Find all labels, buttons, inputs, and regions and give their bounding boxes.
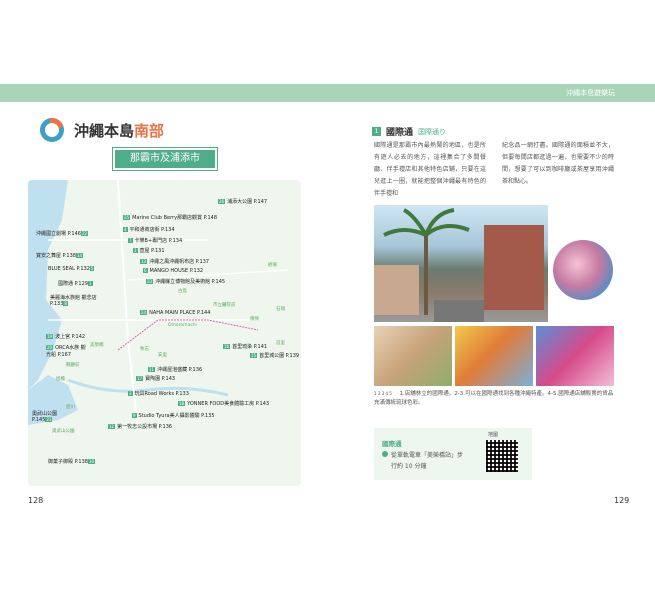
map-label: 15 首里城公園 P.139 [250,353,300,359]
palm-tree-icon [374,208,544,322]
map-place: 市立醫院前 [213,303,236,308]
location-pin-icon [382,451,388,457]
map-label: 26 浦添大公園 P.147 [218,199,268,205]
section-title: 國際通 [386,128,414,138]
shop-photo-5 [536,326,614,386]
map-label: 24 NAHA MAIN PLACE P.144 [140,310,211,316]
map-label: 11 沖縄屋泡盛藏 P.136 [148,367,203,373]
shop-photo-4 [455,326,533,386]
header-band [0,84,655,102]
caption-numbers: 1 2 3 4 5 [374,391,392,396]
map-label: BLUE SEAL P.1325 [48,266,95,272]
map-place: 儀保 [250,317,259,322]
map-label: 23 沖繩縣立博物館及美術館 P.145 [146,279,226,285]
map-label: 美麗海水族館 觀念店 P.1338 [50,295,97,307]
map-label: 12 第一牧志公設市場 P.136 [108,424,173,430]
street-photo [374,205,548,322]
map-label: 16 首里琉染 P.141 [223,344,268,350]
info-title: 國際通 [382,440,402,448]
map-label: 13 沖繩之風沖繩帆布店 P.137 [140,259,210,265]
map-label: 3 玩具Road Works P.133 [128,391,189,397]
map-label: 25 Marine Club Berry那霸店觀賞 P.148 [123,215,218,221]
qr-label: 地圖 [488,432,499,438]
map-label: 4 平和通商店街 P.134 [123,227,175,233]
info-text: 從單軌電車「美榮橋站」步 行約 10 分鐘 [382,450,463,472]
map-label: 御菓子御殿 P.13810 [48,459,96,465]
map-label: 寬安之舞屋 P.13814 [36,253,84,259]
chapter-heading: 沖繩本島南部 [40,118,164,142]
map-place: Omoromachi [168,323,197,328]
map-place: 奧武山公園 [52,429,75,434]
chapter-title-prefix: 沖繩本島 [74,121,135,140]
map-place: 石嶺 [276,307,285,312]
chapter-title-accent: 南部 [134,121,165,140]
info-line1: 從單軌電車「美榮橋站」步 [391,452,464,459]
section-number: 1 [372,127,381,136]
map-place: 旭橋 [56,377,65,382]
map-label: 6 MANGO HOUSE P.132 [143,268,204,274]
area-banner: 那霸市及浦添市 [112,147,218,171]
map-label: 9 Studio Tyura美人攝影體驗 P.135 [132,413,215,419]
section-title-jp: 国際通り [418,127,447,136]
map-place: 首里 [276,341,285,346]
map-label: 2 壺屋 P.131 [133,248,165,254]
map-label: 18 YONNER FOOD美食體驗工房 P.143 [178,401,270,407]
map-label: 奧武山公園 P.14521 [32,411,58,423]
ring-icon [40,118,64,142]
map-label: 17 寶陶園 P.143 [136,376,176,382]
shop-photo-3 [374,326,452,386]
body-text-col2: 紀念品一網打盡。國際通的面積並不大，但要每間店都逛過一遍，也需要不少的時間，想要… [502,142,614,185]
info-line2: 行約 10 分鐘 [391,463,427,470]
chapter-title: 沖繩本島南部 [74,120,164,141]
map-place: 經塚 [268,263,277,268]
page-number-right: 129 [614,496,630,505]
map-place: 古島 [178,289,187,294]
map-place: 縣廳前 [66,363,80,368]
band-label: 沖繩本島遊樂玩 [566,89,615,97]
souvenir-photo [553,240,613,300]
map-place: 安里 [158,353,167,358]
body-text-col1: 國際通是那霸市內最熱鬧的地區，也是所有遊人必去的地方，這裡集合了多間餐廳、伴手禮… [374,142,486,197]
photo-caption: 1 2 3 4 5 1.店舖林立的國際通。2-3.可以在國際通找到各種沖繩特產。… [374,389,614,408]
caption-text: 1.店舖林立的國際通。2-3.可以在國際通找到各種沖繩特產。4-5.國際通店舖販… [374,391,614,406]
area-map: 26 浦添大公園 P.147 25 Marine Club Berry那霸店觀賞 P… [28,180,301,486]
page-number-left: 128 [28,496,44,505]
map-label: 沖繩國立劇場 P.14622 [36,231,89,237]
map-place: 美榮橋 [90,343,104,348]
map-label: 國際通 P.1291 [58,281,93,287]
qr-code-icon[interactable] [486,440,518,472]
section-heading: 1 國際通 国際通り [372,125,446,138]
map-label: 7 卡樂B+專門店 P.134 [128,238,183,244]
map-place: 壺川 [66,405,75,410]
map-label: 20 ORCA水族 觀光船 P.167 [46,345,86,358]
map-label: 19 波上宮 P.142 [46,334,86,340]
map-place: 牧志 [140,347,149,352]
